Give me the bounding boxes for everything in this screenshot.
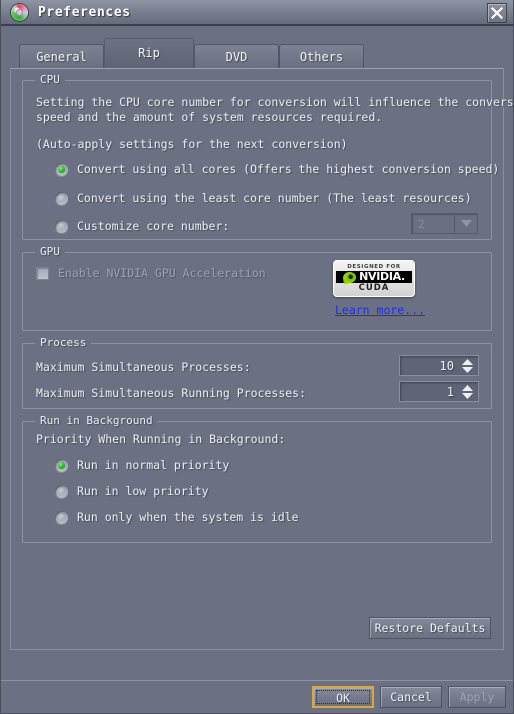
radio-indicator <box>55 484 68 498</box>
cpu-group-title: CPU <box>35 73 65 87</box>
radio-system-idle[interactable]: Run only when the system is idle <box>55 510 299 524</box>
radio-indicator <box>55 191 68 205</box>
triangle-down-icon[interactable] <box>462 392 473 399</box>
stepper-arrows[interactable] <box>460 382 478 401</box>
chevron-down-icon <box>454 214 477 233</box>
triangle-up-icon[interactable] <box>462 358 473 365</box>
preferences-window: Preferences General Rip DVD Others CPU S… <box>0 0 514 714</box>
checkbox-label: Enable NVIDIA GPU Acceleration <box>58 266 266 280</box>
radio-indicator <box>55 458 68 472</box>
stepper-arrows[interactable] <box>460 356 478 375</box>
stepper-value: 1 <box>446 384 454 399</box>
learn-more-link[interactable]: Learn more... <box>335 303 425 317</box>
max-simultaneous-processes-stepper[interactable]: 10 <box>399 355 479 376</box>
tab-others[interactable]: Others <box>279 44 364 68</box>
tab-general[interactable]: General <box>19 44 104 68</box>
radio-convert-least-cores[interactable]: Convert using the least core number (The… <box>55 191 472 205</box>
cpu-description-line1: Setting the CPU core number for conversi… <box>36 95 514 109</box>
close-icon <box>490 6 504 20</box>
tab-strip: General Rip DVD Others <box>1 38 513 68</box>
radio-label: Convert using the least core number (The… <box>77 191 472 205</box>
radio-indicator <box>55 510 68 524</box>
gpu-group: GPU Enable NVIDIA GPU Acceleration DESIG… <box>22 245 492 331</box>
background-group-title: Run in Background <box>35 414 158 428</box>
ok-button[interactable]: OK <box>312 686 374 708</box>
core-number-value: 2 <box>418 216 425 231</box>
restore-defaults-button[interactable]: Restore Defaults <box>369 617 491 639</box>
disc-icon <box>11 3 28 21</box>
max-simultaneous-processes-label: Maximum Simultaneous Processes: <box>36 360 251 374</box>
logo-bottom-text: CUDA <box>358 283 390 293</box>
checkbox-indicator <box>36 266 49 280</box>
radio-normal-priority[interactable]: Run in normal priority <box>55 458 229 472</box>
triangle-up-icon[interactable] <box>462 384 473 391</box>
title-bar: Preferences <box>1 0 513 26</box>
triangle-down-icon[interactable] <box>462 366 473 373</box>
radio-label: Run only when the system is idle <box>77 510 299 524</box>
stepper-value: 10 <box>439 358 454 373</box>
process-group: Process Maximum Simultaneous Processes: … <box>22 336 492 409</box>
radio-low-priority[interactable]: Run in low priority <box>55 484 209 498</box>
cpu-auto-apply-note: (Auto-apply settings for the next conver… <box>36 137 348 151</box>
radio-indicator <box>55 219 68 233</box>
radio-label: Convert using all cores (Offers the high… <box>77 162 500 176</box>
radio-label: Run in low priority <box>77 484 209 498</box>
radio-convert-all-cores[interactable]: Convert using all cores (Offers the high… <box>55 162 499 176</box>
nvidia-eye-icon <box>342 270 357 284</box>
process-group-title: Process <box>35 336 92 350</box>
apply-button[interactable]: Apply <box>448 686 506 708</box>
close-button[interactable] <box>487 3 507 23</box>
cpu-description-line2: speed and the amount of system resources… <box>36 110 383 124</box>
priority-label: Priority When Running in Background: <box>36 432 286 446</box>
ok-button-label: OK <box>336 691 350 705</box>
run-in-background-group: Run in Background Priority When Running … <box>22 414 492 543</box>
core-number-dropdown[interactable]: 2 <box>411 213 478 234</box>
nvidia-cuda-logo: DESIGNED FOR NVIDIA. CUDA <box>333 260 415 297</box>
window-title: Preferences <box>38 4 131 20</box>
dialog-button-bar: OK Cancel Apply <box>1 680 513 713</box>
max-running-processes-label: Maximum Simultaneous Running Processes: <box>36 386 307 400</box>
tab-rip[interactable]: Rip <box>104 38 194 68</box>
tab-dvd[interactable]: DVD <box>194 44 279 68</box>
logo-brand-text: NVIDIA. <box>359 270 405 283</box>
gpu-group-title: GPU <box>35 245 65 259</box>
logo-brand-band: NVIDIA. <box>336 270 412 284</box>
max-running-processes-stepper[interactable]: 1 <box>399 381 479 402</box>
cpu-group: CPU Setting the CPU core number for conv… <box>22 73 514 240</box>
radio-label: Run in normal priority <box>77 458 230 472</box>
radio-label: Customize core number: <box>77 219 230 233</box>
enable-nvidia-acceleration-checkbox[interactable]: Enable NVIDIA GPU Acceleration <box>36 266 266 280</box>
cancel-button[interactable]: Cancel <box>380 686 442 708</box>
rip-settings-panel: CPU Setting the CPU core number for conv… <box>10 68 514 650</box>
radio-indicator <box>55 162 68 176</box>
radio-customize-core-number[interactable]: Customize core number: <box>55 219 229 233</box>
